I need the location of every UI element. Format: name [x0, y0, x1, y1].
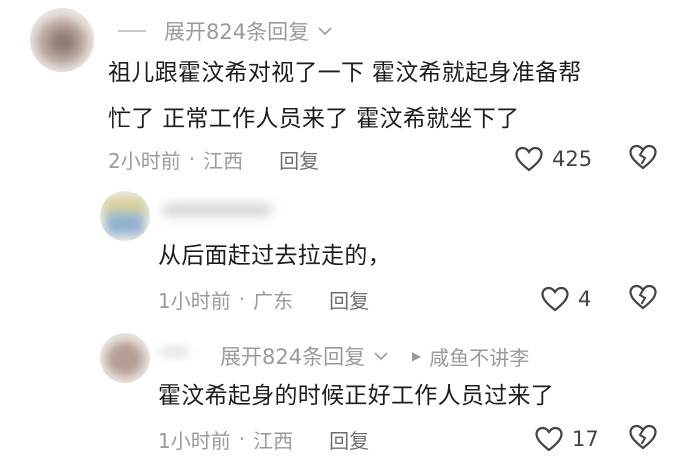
like-count: 425: [552, 147, 593, 171]
username-blurred: [162, 203, 272, 217]
meta-separator: ·: [238, 427, 246, 451]
like-button[interactable]: 4: [540, 283, 591, 315]
play-triangle-icon: ▶: [412, 349, 422, 363]
avatar[interactable]: [100, 191, 150, 241]
avatar[interactable]: [30, 8, 94, 72]
reply-target[interactable]: ▶ 咸鱼不讲李: [412, 342, 529, 370]
reply-button[interactable]: 回复: [279, 145, 319, 174]
broken-heart-icon: [629, 284, 657, 310]
divider: [118, 30, 146, 32]
comment-meta: 2小时前 · 江西 回复: [108, 145, 319, 173]
comment-meta: 1小时前 · 广东 回复: [158, 285, 369, 313]
comment-1: 展开824条回复 祖儿跟霍汶希对视了一下 霍汶希就起身准备帮 忙了 正常工作人员…: [0, 0, 690, 185]
reply-button[interactable]: 回复: [329, 285, 369, 314]
expand-replies-label: 展开824条回复: [164, 20, 310, 44]
meta-separator: ·: [238, 287, 246, 311]
heart-outline-icon: [515, 146, 543, 172]
broken-heart-icon: [629, 144, 657, 170]
dislike-button[interactable]: [628, 283, 658, 315]
expand-replies-button[interactable]: 展开824条回复: [200, 342, 389, 370]
comment-text-line: 忙了 正常工作人员来了 霍汶希就坐下了: [108, 106, 520, 132]
reply-button[interactable]: 回复: [329, 425, 369, 454]
comment-meta: 1小时前 · 江西 回复: [158, 425, 369, 453]
reply-target-name: 咸鱼不讲李: [429, 345, 530, 370]
heart-outline-icon: [541, 286, 569, 312]
avatar[interactable]: [100, 333, 150, 383]
username-blurred: [160, 347, 190, 357]
comment-text: 从后面赶过去拉走的，: [158, 243, 391, 269]
like-count: 4: [578, 287, 592, 311]
like-button[interactable]: 17: [534, 423, 599, 455]
location: 江西: [253, 428, 294, 453]
chevron-down-icon: [318, 27, 332, 36]
location: 广东: [253, 288, 294, 313]
location: 江西: [203, 148, 244, 173]
reply-comment-2: 展开824条回复 ▶ 咸鱼不讲李 霍汶希起身的时候正好工作人员过来了 1小时前 …: [0, 325, 690, 468]
comment-text: 霍汶希起身的时候正好工作人员过来了: [158, 383, 555, 409]
like-button[interactable]: 425: [514, 143, 592, 175]
timestamp: 1小时前: [158, 428, 231, 453]
expand-replies-button[interactable]: 展开824条回复: [118, 17, 333, 45]
timestamp: 1小时前: [158, 288, 231, 313]
meta-separator: ·: [188, 147, 196, 171]
dislike-button[interactable]: [628, 423, 658, 455]
dislike-button[interactable]: [628, 143, 658, 175]
expand-replies-label: 展开824条回复: [220, 345, 366, 369]
chevron-down-icon: [374, 352, 388, 361]
broken-heart-icon: [629, 424, 657, 450]
reply-comment-1: 从后面赶过去拉走的， 1小时前 · 广东 回复 4: [0, 185, 690, 325]
heart-outline-icon: [535, 426, 563, 452]
like-count: 17: [572, 427, 599, 451]
comment-text-line: 祖儿跟霍汶希对视了一下 霍汶希就起身准备帮: [108, 60, 582, 86]
timestamp: 2小时前: [108, 148, 181, 173]
comment-text: 祖儿跟霍汶希对视了一下 霍汶希就起身准备帮 忙了 正常工作人员来了 霍汶希就坐下…: [108, 54, 668, 138]
